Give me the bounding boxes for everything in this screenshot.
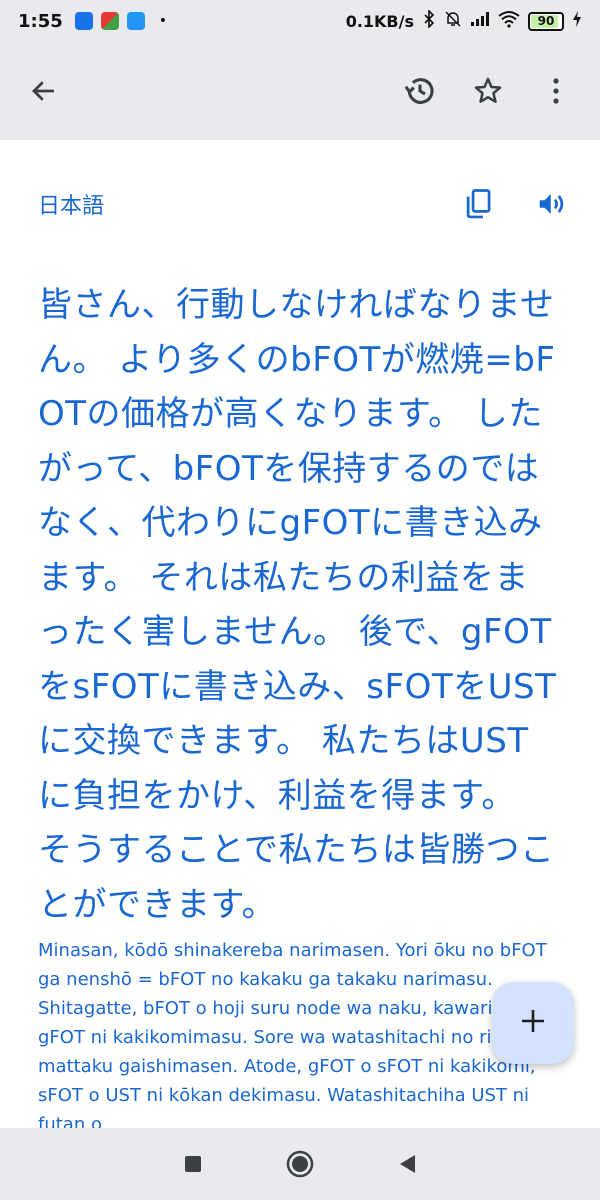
home-circle-icon[interactable]	[280, 1144, 320, 1184]
network-speed: 0.1KB/s	[345, 11, 414, 31]
mute-bell-icon	[444, 10, 462, 33]
translation-actions	[458, 184, 572, 224]
recents-square-icon[interactable]	[173, 1144, 213, 1184]
back-triangle-icon[interactable]	[387, 1144, 427, 1184]
battery-indicator: 90	[528, 11, 564, 31]
back-arrow-icon[interactable]	[20, 67, 68, 115]
status-right: 0.1KB/s 90	[345, 8, 582, 33]
star-icon[interactable]	[464, 67, 512, 115]
language-header: 日本語	[38, 184, 576, 224]
bluetooth-icon	[422, 8, 436, 33]
status-left: 1:55 •	[18, 11, 167, 32]
translation-panel: 日本語 皆さん、行動しなければなりません。 より多くのbFOTが燃焼=bFOTの…	[0, 140, 600, 1128]
charging-icon	[572, 10, 582, 32]
status-bar: 1:55 • 0.1KB/s 90	[0, 0, 600, 42]
status-time: 1:55	[18, 10, 63, 32]
system-nav-bar	[0, 1128, 600, 1200]
message-app-icon	[126, 12, 145, 30]
language-label: 日本語	[38, 194, 105, 219]
plus-icon	[519, 1007, 547, 1039]
wifi-icon	[498, 10, 520, 33]
translated-text: 皆さん、行動しなければなりません。 より多くのbFOTが燃焼=bFOTの価格が高…	[38, 285, 557, 925]
app-bar	[0, 42, 600, 140]
grid-app-icon	[100, 12, 119, 30]
history-icon[interactable]	[396, 67, 444, 115]
battery-level: 90	[537, 14, 555, 28]
notification-dot: •	[158, 13, 168, 29]
chart-app-icon	[74, 12, 93, 30]
speaker-icon[interactable]	[532, 184, 572, 224]
romanization-text: Minasan, kōdō shinakereba narimasen. Yor…	[38, 940, 547, 1128]
add-fab-button[interactable]	[492, 982, 574, 1064]
cell-signal-icon	[470, 11, 490, 32]
copy-icon[interactable]	[458, 184, 498, 224]
screen: 1:55 • 0.1KB/s 90 日本語 皆さん、行動しなければなりません。 …	[0, 0, 600, 1200]
more-vert-icon[interactable]	[532, 67, 580, 115]
app-bar-actions	[396, 67, 580, 115]
